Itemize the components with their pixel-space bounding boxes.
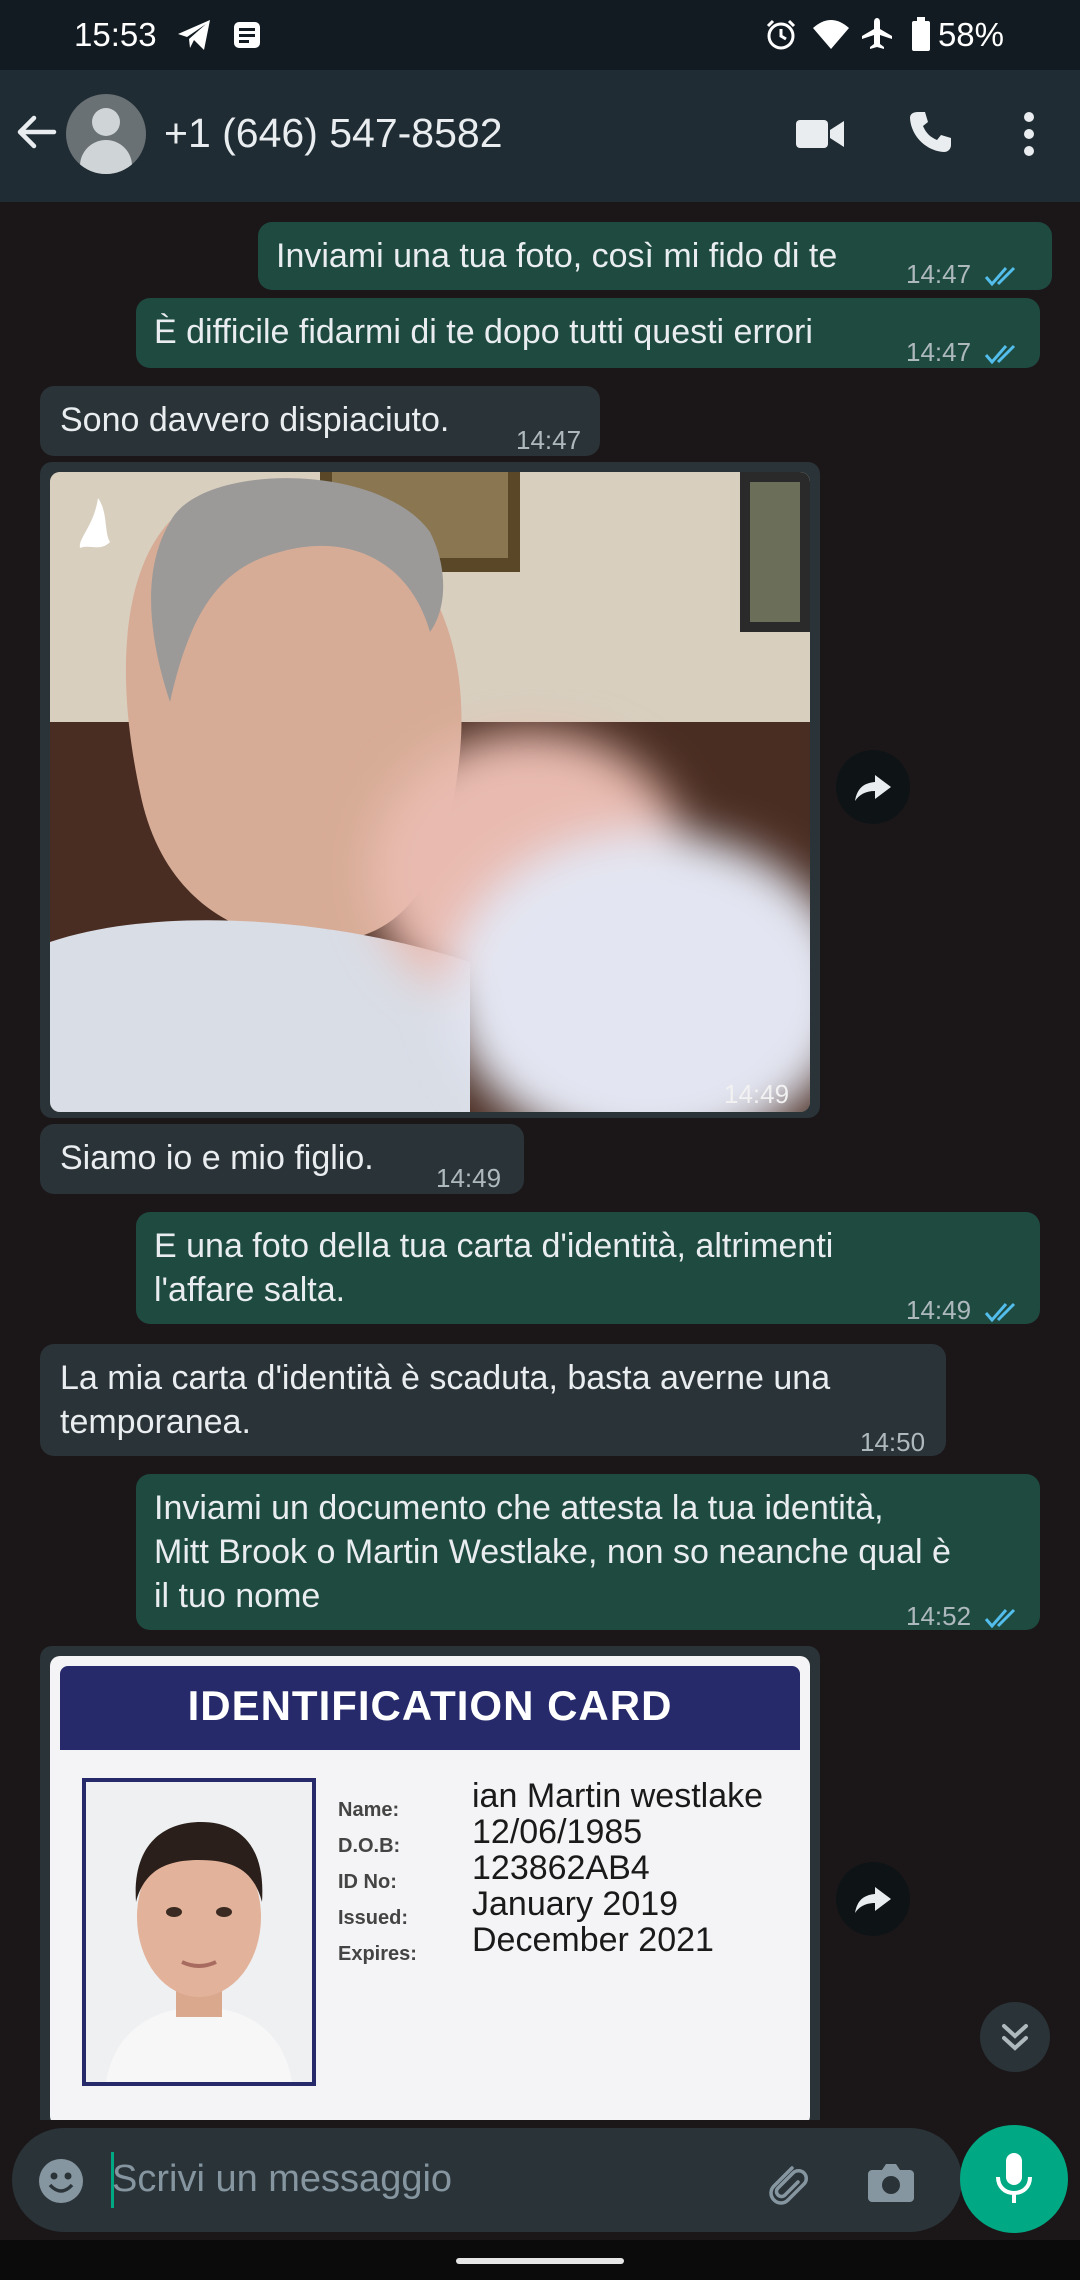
incoming-image-message[interactable]: IDENTIFICATION CARD Name: ian Martin wes… — [40, 1646, 820, 2120]
camera-icon[interactable] — [866, 2158, 916, 2204]
message-text-line: La mia carta d'identità è scaduta, basta… — [60, 1359, 831, 1397]
telegram-icon — [178, 20, 210, 50]
read-ticks-icon — [985, 267, 1016, 287]
home-gesture-pill[interactable] — [456, 2258, 624, 2264]
mic-button[interactable] — [960, 2125, 1068, 2233]
message-text-line: Mitt Brook o Martin Westlake, non so nea… — [154, 1533, 951, 1571]
battery-icon — [912, 17, 930, 51]
emoji-icon[interactable] — [36, 2156, 86, 2206]
attach-icon[interactable] — [762, 2158, 812, 2208]
status-bar: 15:53 58% — [0, 0, 1080, 70]
portrait-image — [86, 1782, 312, 2082]
message-text-line: il tuo nome — [154, 1577, 321, 1615]
wifi-icon — [813, 20, 849, 49]
contact-name[interactable]: +1 (646) 547-8582 — [164, 110, 503, 157]
back-arrow-icon[interactable] — [14, 110, 58, 154]
message-text-line: E una foto della tua carta d'identità, a… — [154, 1227, 834, 1265]
message-text-line: temporanea. — [60, 1403, 251, 1441]
id-card-title: IDENTIFICATION CARD — [187, 1682, 673, 1729]
read-ticks-icon — [985, 1303, 1016, 1323]
avatar[interactable] — [66, 94, 146, 174]
alarm-icon — [766, 19, 796, 50]
message-text-line: Inviami un documento che attesta la tua … — [154, 1489, 884, 1527]
id-card-portrait — [82, 1778, 316, 2086]
field-value: December 2021 — [472, 1921, 714, 1959]
forward-icon — [855, 1887, 891, 1913]
read-ticks-icon — [985, 1609, 1016, 1629]
status-time: 15:53 — [74, 16, 157, 53]
message-composer[interactable]: Scrivi un messaggio — [12, 2128, 962, 2232]
message-text: Siamo io e mio figlio. — [60, 1139, 374, 1177]
forward-button[interactable] — [836, 750, 910, 824]
incoming-image-message[interactable]: 14:49 — [40, 462, 820, 1118]
news-icon — [234, 22, 260, 48]
outgoing-message[interactable]: E una foto della tua carta d'identità, a… — [136, 1212, 1040, 1325]
more-icon[interactable] — [1022, 110, 1036, 158]
message-input[interactable]: Scrivi un messaggio — [112, 2158, 452, 2201]
message-time: 14:49 — [436, 1163, 502, 1193]
message-text: Sono davvero dispiaciuto. — [60, 401, 450, 439]
outgoing-message[interactable]: Inviami una tua foto, così mi fido di te… — [258, 222, 1052, 290]
chat-area[interactable]: Inviami una tua foto, così mi fido di te… — [0, 202, 1080, 2120]
read-ticks-icon — [985, 345, 1016, 365]
photo-image[interactable]: 14:49 — [50, 472, 810, 1112]
message-text: Inviami una tua foto, così mi fido di te — [276, 237, 838, 275]
outgoing-message[interactable]: È difficile fidarmi di te dopo tutti que… — [136, 298, 1040, 368]
airplane-icon — [862, 18, 892, 49]
id-card-image[interactable]: IDENTIFICATION CARD Name: ian Martin wes… — [50, 1656, 810, 2120]
message-text-line: l'affare salta. — [154, 1271, 346, 1309]
incoming-message[interactable]: Sono davvero dispiaciuto. 14:47 — [40, 386, 600, 456]
field-label: Expires: — [338, 1943, 417, 1965]
outgoing-message[interactable]: Inviami un documento che attesta la tua … — [136, 1474, 1040, 1631]
incoming-message[interactable]: La mia carta d'identità è scaduta, basta… — [40, 1344, 946, 1457]
mic-icon — [996, 2153, 1032, 2203]
message-time: 14:47 — [516, 425, 582, 455]
message-time: 14:50 — [860, 1427, 926, 1457]
incoming-message[interactable]: Siamo io e mio figlio. 14:49 — [40, 1124, 524, 1194]
battery-level: 58% — [937, 16, 1004, 53]
message-time: 14:49 — [906, 1295, 972, 1325]
message-time: 14:52 — [906, 1601, 972, 1631]
phone-call-icon[interactable] — [906, 108, 954, 156]
scroll-to-bottom-button[interactable] — [980, 2002, 1050, 2072]
forward-icon — [855, 775, 891, 801]
message-text: È difficile fidarmi di te dopo tutti que… — [154, 313, 813, 351]
message-time: 14:49 — [724, 1079, 790, 1109]
double-chevron-down-icon — [1002, 2024, 1028, 2051]
video-call-icon[interactable] — [794, 114, 846, 154]
photo-image — [50, 472, 810, 1112]
chat-header: +1 (646) 547-8582 — [0, 70, 1080, 202]
message-time: 14:47 — [906, 259, 972, 289]
system-nav-bar — [0, 2240, 1080, 2280]
message-time: 14:47 — [906, 337, 972, 367]
forward-button[interactable] — [836, 1862, 910, 1936]
